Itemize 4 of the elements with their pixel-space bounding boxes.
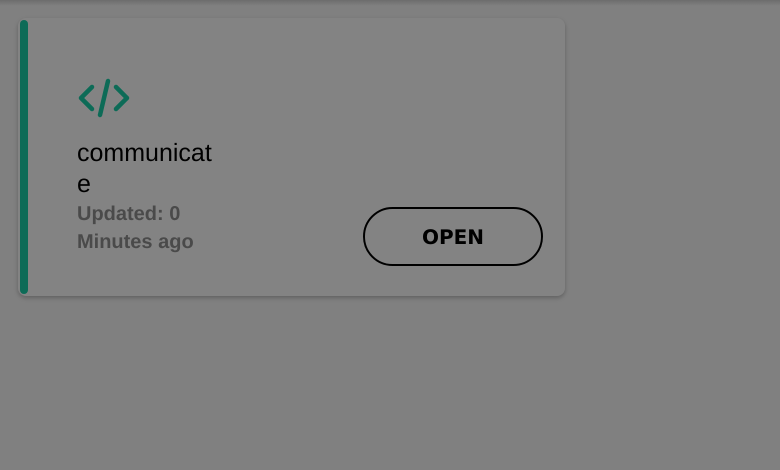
open-button[interactable]: OPEN bbox=[363, 207, 543, 266]
code-icon bbox=[78, 78, 130, 118]
updated-text: Updated: 0 Minutes ago bbox=[77, 202, 195, 255]
card-title: communicate bbox=[77, 138, 213, 200]
